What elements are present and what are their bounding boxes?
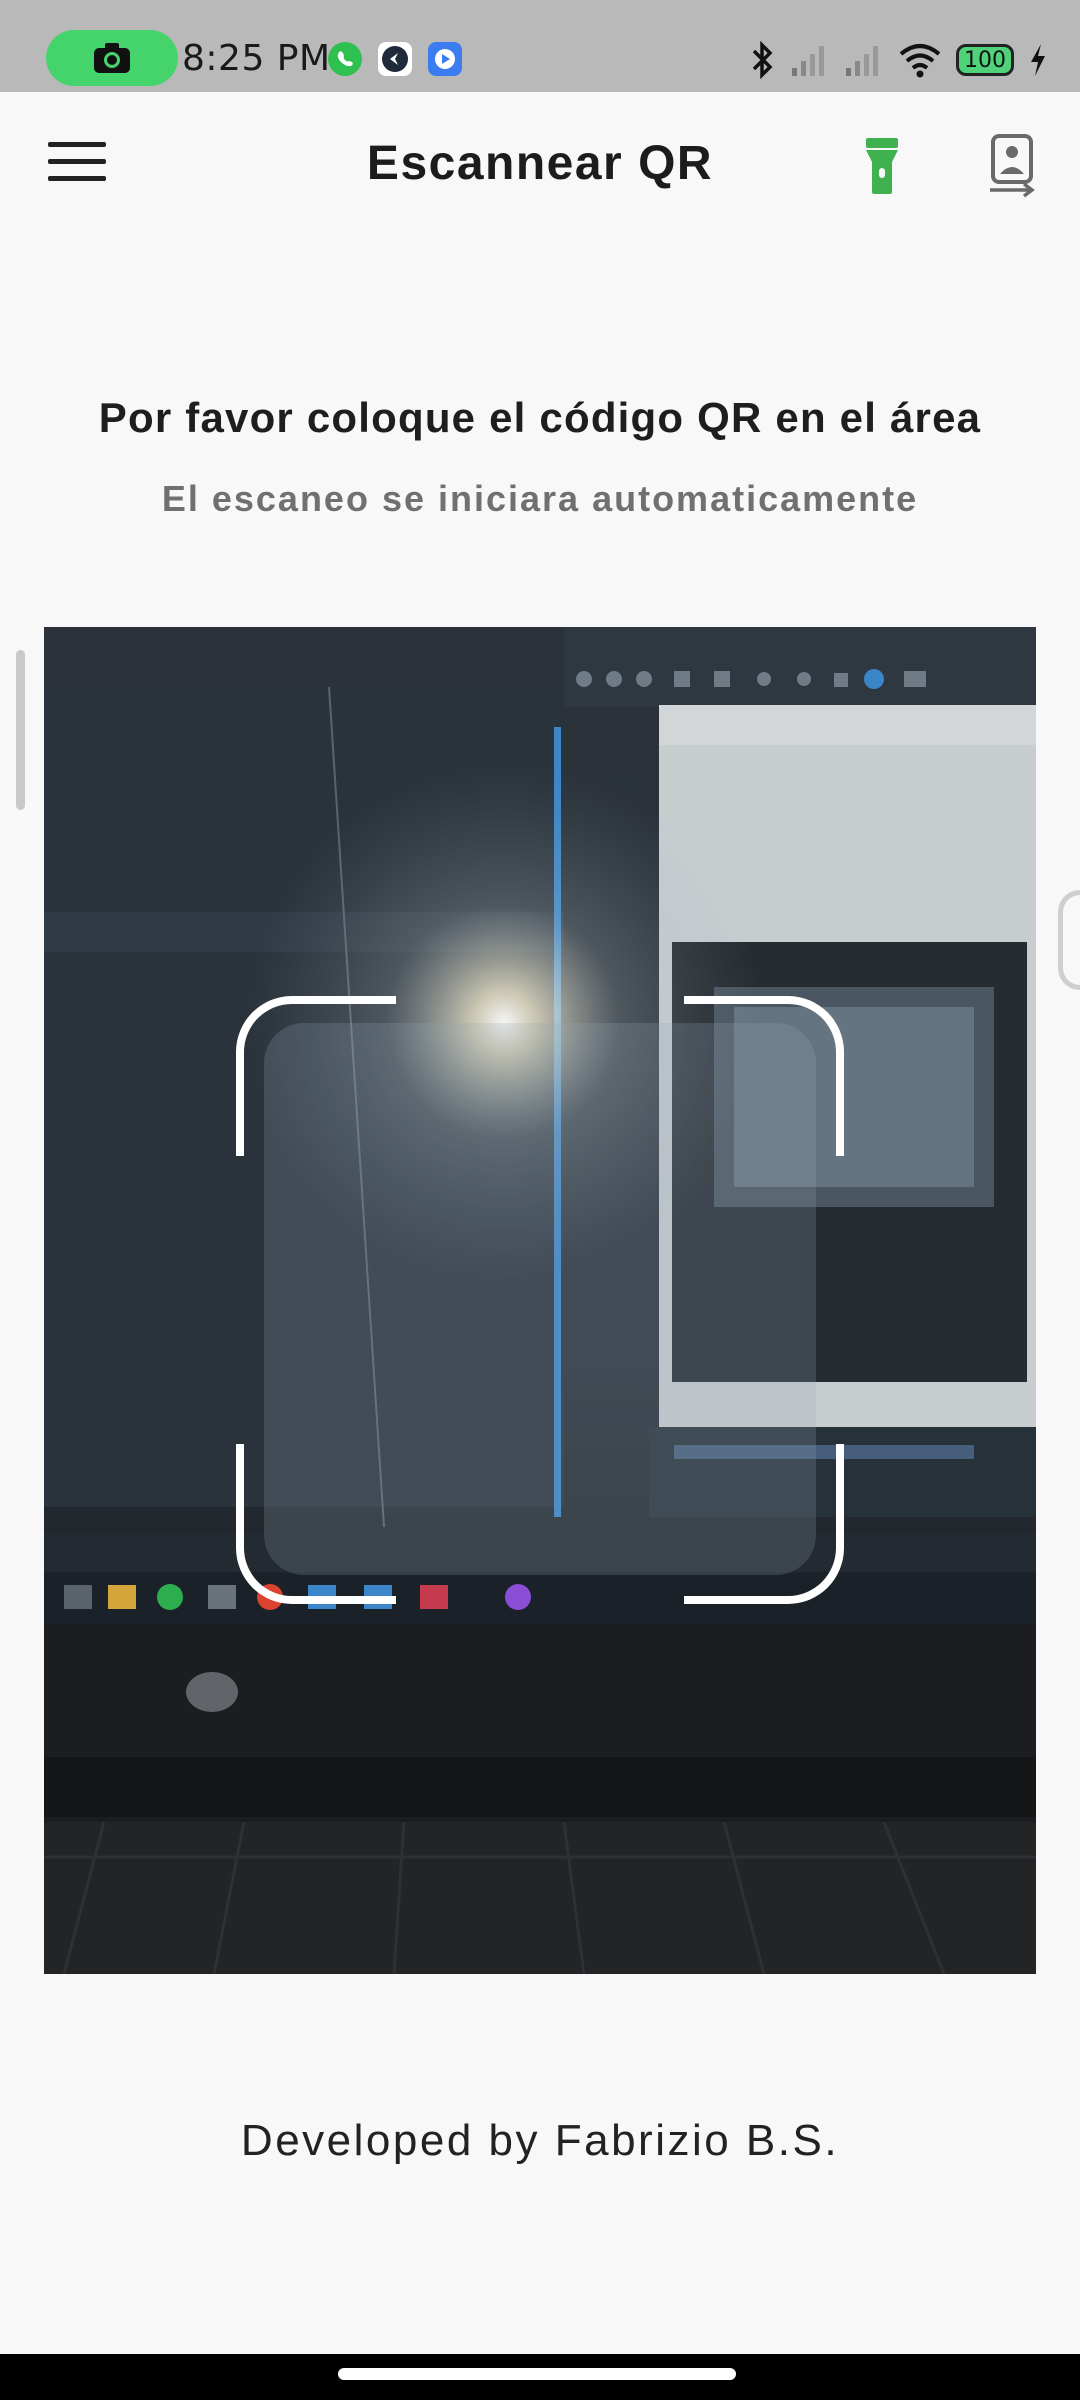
signal-icon	[846, 46, 878, 76]
signal-icon	[792, 46, 824, 76]
page-title: Escannear QR	[366, 137, 714, 190]
scan-frame-corner-bottom-left	[236, 1444, 396, 1604]
status-icons: 100	[750, 36, 1048, 84]
scan-frame-corner-top-right	[684, 996, 844, 1156]
wifi-icon	[899, 44, 941, 78]
flashlight-button[interactable]	[858, 136, 906, 196]
flashlight-icon	[866, 138, 898, 194]
camera-icon	[94, 43, 130, 73]
navigation-bar	[0, 2354, 1080, 2400]
app-bar: Escannear QR	[0, 92, 1080, 242]
status-time: 8:25 PM	[182, 38, 331, 79]
status-bar: 8:25 PM 100	[0, 0, 1080, 92]
instruction-primary: Por favor coloque el código QR en el áre…	[98, 394, 982, 441]
app-icon	[378, 42, 412, 76]
camera-in-use-indicator	[46, 30, 178, 86]
whatsapp-icon	[328, 42, 362, 76]
developer-credit: Developed by Fabrizio B.S.	[240, 2116, 840, 2165]
switch-camera-icon	[990, 134, 1035, 198]
home-gesture-bar[interactable]	[338, 2368, 736, 2380]
battery-level: 100	[964, 47, 1006, 73]
scan-frame-corner-top-left	[236, 996, 396, 1156]
instruction-secondary: El escaneo se iniciara automaticamente	[161, 478, 919, 519]
edge-scroll-handle[interactable]	[16, 650, 25, 810]
battery-icon: 100	[956, 44, 1014, 76]
scan-frame-corner-bottom-right	[684, 1444, 844, 1604]
charging-icon	[1031, 44, 1045, 76]
edge-gesture-handle[interactable]	[1058, 890, 1080, 990]
scanner-screen: 8:25 PM 100 Escannear QR Por favor coloq…	[0, 0, 1080, 2400]
screen-recorder-icon	[428, 42, 462, 76]
bluetooth-icon	[752, 40, 773, 80]
switch-camera-button[interactable]	[988, 134, 1036, 200]
